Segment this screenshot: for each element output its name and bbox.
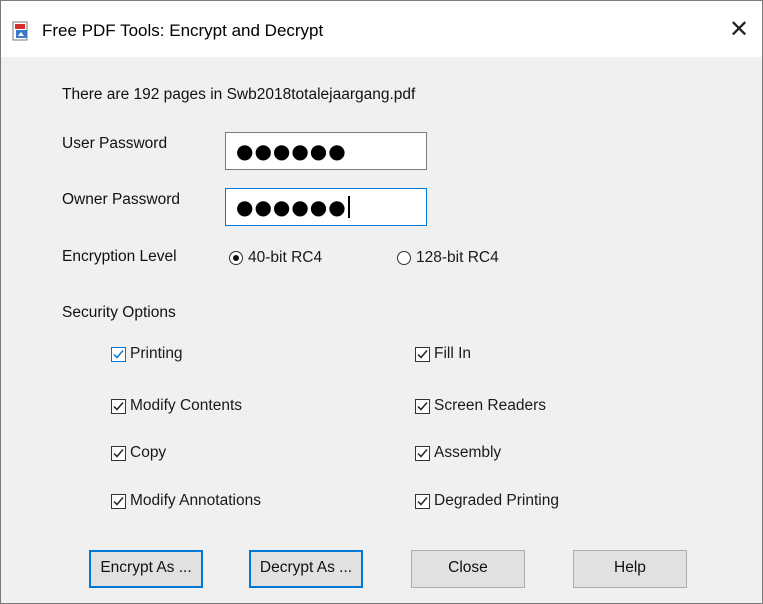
security-options-label: Security Options xyxy=(62,304,176,321)
help-button[interactable]: Help xyxy=(573,550,687,588)
radio-128bit-rc4[interactable]: 128-bit RC4 xyxy=(397,249,499,267)
checkbox-modify-contents[interactable]: Modify Contents xyxy=(111,397,242,415)
checkbox-checked-icon xyxy=(111,493,126,509)
checkbox-label: Assembly xyxy=(434,444,502,461)
checkbox-copy[interactable]: Copy xyxy=(111,444,166,462)
checkbox-fill-in[interactable]: Fill In xyxy=(415,345,471,363)
close-label: Close xyxy=(448,559,488,576)
checkbox-label: Modify Contents xyxy=(130,397,242,414)
help-label: Help xyxy=(614,559,646,576)
checkbox-checked-icon xyxy=(111,398,126,414)
close-window-button[interactable]: ✕ xyxy=(722,13,756,47)
title-bar: Free PDF Tools: Encrypt and Decrypt ✕ xyxy=(1,1,762,57)
page-count-text: There are 192 pages in Swb2018totalejaar… xyxy=(62,86,416,103)
owner-password-field[interactable]: ●●●●●● xyxy=(225,188,427,226)
radio-label: 128-bit RC4 xyxy=(416,249,499,266)
pdf-tools-icon xyxy=(12,21,28,41)
checkbox-checked-icon xyxy=(415,398,430,414)
checkbox-checked-icon xyxy=(415,493,430,509)
encryption-level-label: Encryption Level xyxy=(62,248,177,265)
checkbox-printing[interactable]: Printing xyxy=(111,345,183,363)
encrypt-as-label: Encrypt As ... xyxy=(100,559,192,576)
decrypt-as-button[interactable]: Decrypt As ... xyxy=(249,550,363,588)
decrypt-as-label: Decrypt As ... xyxy=(259,559,353,576)
checkbox-modify-annotations[interactable]: Modify Annotations xyxy=(111,492,261,510)
radio-unselected-icon xyxy=(397,251,411,265)
radio-40bit-rc4[interactable]: 40-bit RC4 xyxy=(229,249,322,267)
checkbox-degraded-printing[interactable]: Degraded Printing xyxy=(415,492,559,510)
user-password-field[interactable]: ●●●●●● xyxy=(225,132,427,170)
owner-password-label: Owner Password xyxy=(62,191,181,208)
user-password-value: ●●●●●● xyxy=(236,139,347,163)
window-title: Free PDF Tools: Encrypt and Decrypt xyxy=(42,21,324,40)
checkbox-label: Modify Annotations xyxy=(130,492,261,509)
text-caret xyxy=(347,195,350,218)
dialog-window: Free PDF Tools: Encrypt and Decrypt ✕ Th… xyxy=(0,0,763,604)
checkbox-checked-icon xyxy=(111,346,126,362)
checkbox-label: Degraded Printing xyxy=(434,492,559,509)
checkbox-checked-icon xyxy=(415,346,430,362)
checkbox-label: Copy xyxy=(130,444,167,461)
checkbox-checked-icon xyxy=(415,445,430,461)
radio-label: 40-bit RC4 xyxy=(248,249,323,266)
owner-password-value: ●●●●●● xyxy=(236,195,347,219)
checkbox-checked-icon xyxy=(111,445,126,461)
user-password-label: User Password xyxy=(62,135,168,152)
encrypt-as-button[interactable]: Encrypt As ... xyxy=(89,550,203,588)
radio-selected-icon xyxy=(229,251,243,265)
checkbox-label: Fill In xyxy=(434,345,472,362)
checkbox-screen-readers[interactable]: Screen Readers xyxy=(415,397,546,415)
close-button[interactable]: Close xyxy=(411,550,525,588)
close-icon: ✕ xyxy=(728,16,750,43)
checkbox-label: Screen Readers xyxy=(434,397,547,414)
checkbox-label: Printing xyxy=(130,345,183,362)
checkbox-assembly[interactable]: Assembly xyxy=(415,444,501,462)
